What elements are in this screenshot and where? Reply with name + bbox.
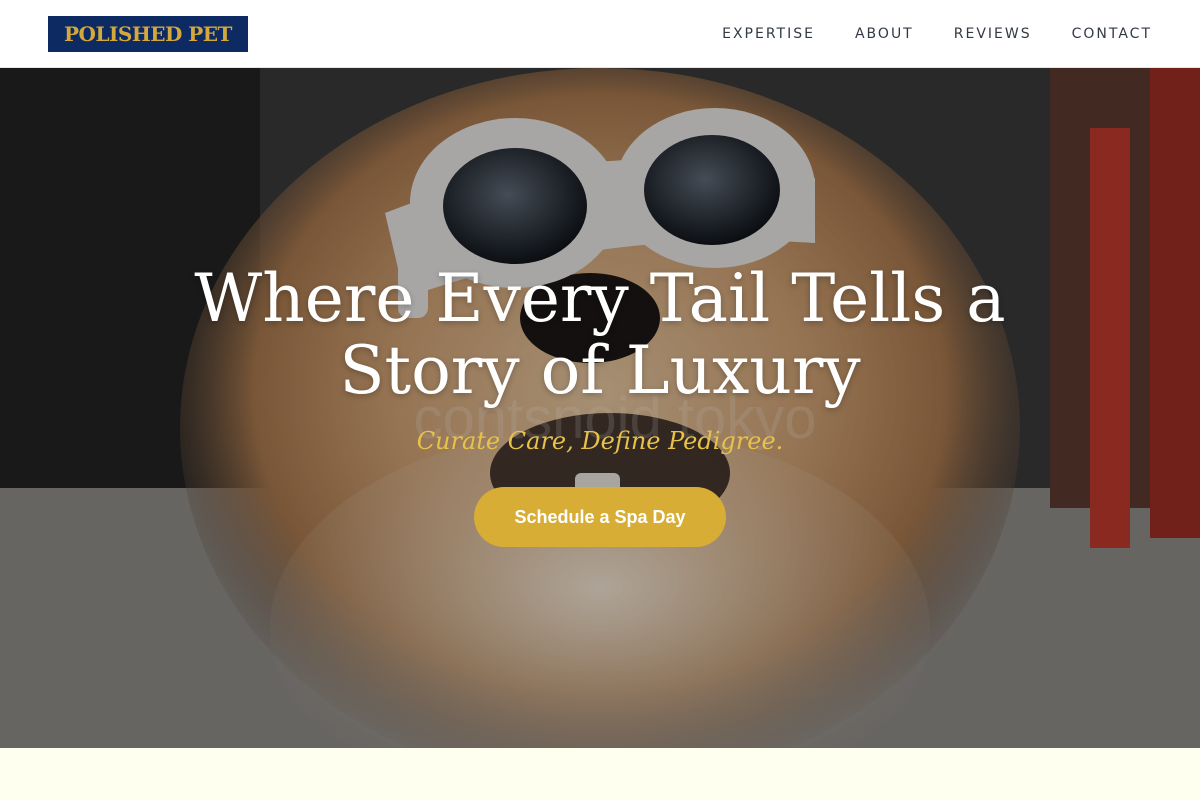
hero-section: contsnoid tokyo Where Every Tail Tells a…: [0, 68, 1200, 748]
logo[interactable]: POLISHED PET: [48, 16, 248, 52]
next-section-strip: [0, 748, 1200, 800]
nav-about[interactable]: ABOUT: [855, 26, 914, 42]
hero-headline: Where Every Tail Tells a Story of Luxury: [194, 260, 1006, 409]
nav-reviews[interactable]: REVIEWS: [954, 26, 1032, 42]
site-header: POLISHED PET EXPERTISE ABOUT REVIEWS CON…: [0, 0, 1200, 68]
nav-expertise[interactable]: EXPERTISE: [722, 26, 815, 42]
nav-contact[interactable]: CONTACT: [1072, 26, 1152, 42]
hero-content: Where Every Tail Tells a Story of Luxury…: [0, 263, 1200, 547]
logo-text: POLISHED PET: [64, 22, 232, 46]
schedule-spa-day-button[interactable]: Schedule a Spa Day: [474, 487, 726, 547]
main-nav: EXPERTISE ABOUT REVIEWS CONTACT: [722, 0, 1152, 68]
hero-tagline: Curate Care, Define Pedigree.: [416, 427, 784, 455]
